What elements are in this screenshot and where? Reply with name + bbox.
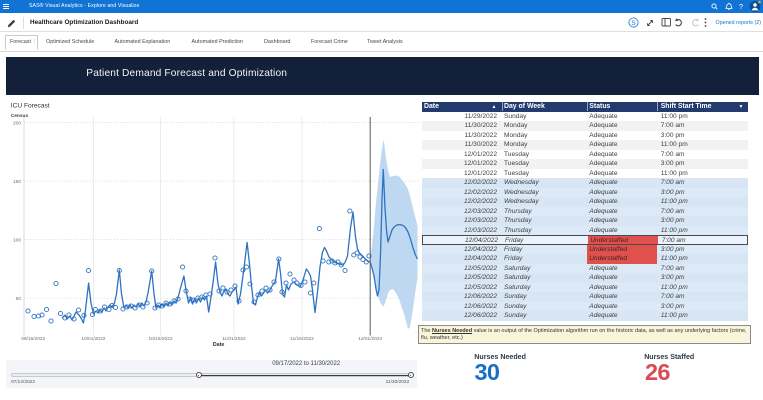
- svg-text:Date: Date: [213, 342, 225, 348]
- svg-text:10/01/2022: 10/01/2022: [81, 336, 105, 342]
- svg-text:Census: Census: [11, 113, 29, 119]
- svg-text:?: ?: [739, 2, 743, 11]
- svg-text:200: 200: [13, 120, 21, 126]
- svg-text:10/16/2022: 10/16/2022: [148, 336, 172, 342]
- svg-text:11/01/2022: 11/01/2022: [222, 336, 246, 342]
- svg-text:ICU Forecast: ICU Forecast: [11, 102, 50, 109]
- svg-text:12/01/2022: 12/01/2022: [358, 336, 382, 342]
- svg-text:09/16/2022: 09/16/2022: [21, 336, 45, 342]
- svg-text:150: 150: [13, 179, 21, 185]
- svg-text:100: 100: [13, 237, 21, 243]
- svg-text:50: 50: [16, 296, 22, 302]
- svg-text:S: S: [631, 20, 636, 27]
- svg-text:11/16/2022: 11/16/2022: [290, 336, 314, 342]
